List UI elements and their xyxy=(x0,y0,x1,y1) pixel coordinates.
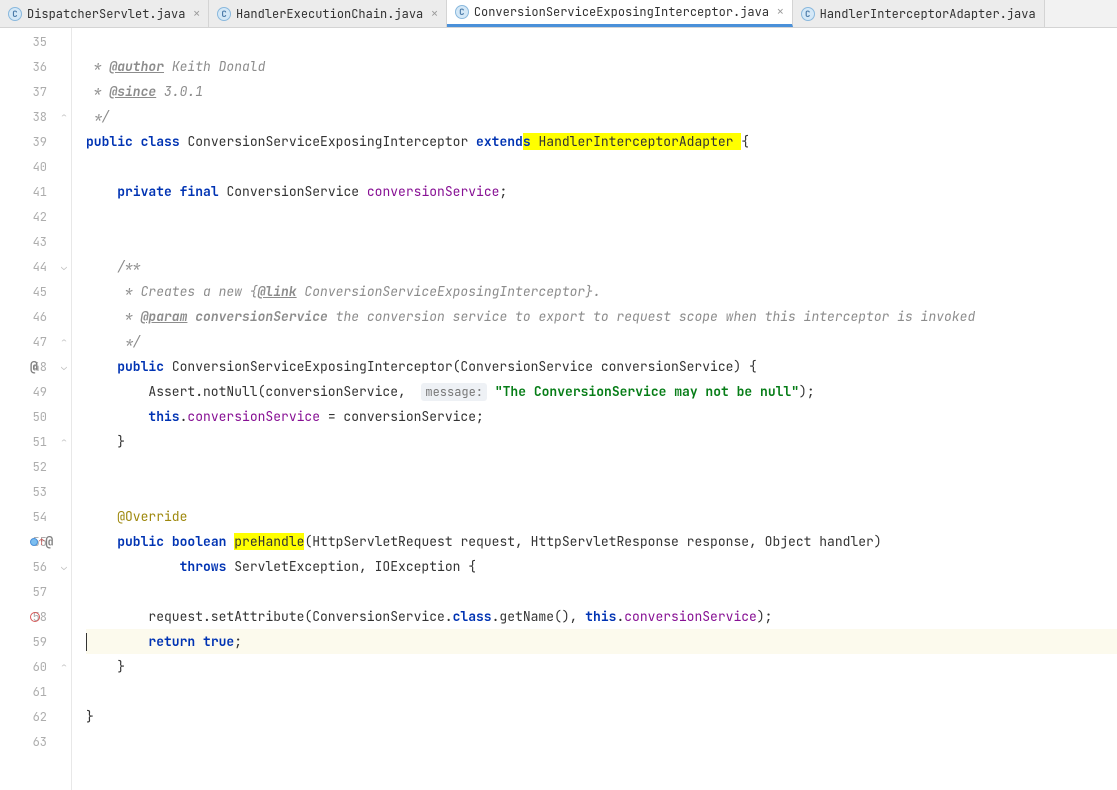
fold-marker-icon[interactable]: ⌃ xyxy=(61,110,67,123)
line-number: 40 xyxy=(23,159,51,175)
tab-handler-interceptor-adapter[interactable]: C HandlerInterceptorAdapter.java xyxy=(793,0,1045,27)
class-icon: C xyxy=(455,5,469,19)
code-line[interactable]: * @param conversionService the conversio… xyxy=(86,304,1117,329)
code-line[interactable] xyxy=(86,154,1117,179)
code-editor[interactable]: * @author Keith Donald * @since 3.0.1 */… xyxy=(72,28,1117,790)
code-line[interactable]: @Override xyxy=(86,504,1117,529)
breakpoint-icon[interactable] xyxy=(30,612,40,622)
line-number: 42 xyxy=(23,209,51,225)
line-number: 46 xyxy=(23,309,51,325)
line-number: 47 xyxy=(23,334,51,350)
line-number: 52 xyxy=(23,459,51,475)
code-line[interactable]: throws ServletException, IOException { xyxy=(86,554,1117,579)
caret-icon xyxy=(86,633,87,651)
code-line[interactable]: } xyxy=(86,704,1117,729)
code-line[interactable]: Assert.notNull(conversionService, messag… xyxy=(86,379,1117,404)
code-line[interactable]: request.setAttribute(ConversionService.c… xyxy=(86,604,1117,629)
line-number: 50 xyxy=(23,409,51,425)
gutter[interactable]: 35 36 37 38 ⌃ 39 40 41 42 43 44 ⌄ 45 46 47… xyxy=(0,28,72,790)
override-icon[interactable] xyxy=(30,538,38,546)
line-number: 39 xyxy=(23,134,51,150)
code-line[interactable]: } xyxy=(86,429,1117,454)
fold-marker-icon[interactable]: ⌃ xyxy=(61,335,67,348)
line-number: 49 xyxy=(23,384,51,400)
line-number: 35 xyxy=(23,34,51,50)
tab-bar: C DispatcherServlet.java ✕ C HandlerExec… xyxy=(0,0,1117,28)
tab-conversion-service-interceptor[interactable]: C ConversionServiceExposingInterceptor.j… xyxy=(447,0,793,27)
line-number: 59 xyxy=(23,634,51,650)
code-line[interactable]: * @since 3.0.1 xyxy=(86,79,1117,104)
up-arrow-icon: ↑ xyxy=(39,536,44,548)
code-line[interactable] xyxy=(86,579,1117,604)
line-number: 63 xyxy=(23,734,51,750)
code-line[interactable]: this.conversionService = conversionServi… xyxy=(86,404,1117,429)
line-number: 56 xyxy=(23,559,51,575)
class-icon: C xyxy=(801,7,815,21)
line-number: 43 xyxy=(23,234,51,250)
code-line[interactable] xyxy=(86,29,1117,54)
line-number: 53 xyxy=(23,484,51,500)
code-line[interactable]: public ConversionServiceExposingIntercep… xyxy=(86,354,1117,379)
code-line[interactable]: public boolean preHandle(HttpServletRequ… xyxy=(86,529,1117,554)
line-number: 54 xyxy=(23,509,51,525)
code-line-current[interactable]: return true; xyxy=(86,629,1117,654)
code-line[interactable] xyxy=(86,729,1117,754)
close-icon[interactable]: ✕ xyxy=(777,5,784,19)
line-number: 36 xyxy=(23,59,51,75)
code-line[interactable] xyxy=(86,204,1117,229)
fold-marker-icon[interactable]: ⌃ xyxy=(61,435,67,448)
close-icon[interactable]: ✕ xyxy=(431,7,438,21)
fold-marker-icon[interactable]: ⌄ xyxy=(61,560,67,573)
tab-handler-execution-chain[interactable]: C HandlerExecutionChain.java ✕ xyxy=(209,0,447,27)
fold-marker-icon[interactable]: ⌄ xyxy=(61,360,67,373)
tab-label: HandlerExecutionChain.java xyxy=(236,6,423,22)
editor-area: 35 36 37 38 ⌃ 39 40 41 42 43 44 ⌄ 45 46 47… xyxy=(0,28,1117,790)
tab-dispatcher-servlet[interactable]: C DispatcherServlet.java ✕ xyxy=(0,0,209,27)
code-line[interactable]: * Creates a new {@link ConversionService… xyxy=(86,279,1117,304)
line-number: 38 xyxy=(23,109,51,125)
line-number: 61 xyxy=(23,684,51,700)
close-icon[interactable]: ✕ xyxy=(193,7,200,21)
fold-marker-icon[interactable]: ⌃ xyxy=(61,660,67,673)
code-line[interactable] xyxy=(86,679,1117,704)
line-number: 62 xyxy=(23,709,51,725)
line-number: 37 xyxy=(23,84,51,100)
code-line[interactable]: private final ConversionService conversi… xyxy=(86,179,1117,204)
class-icon: C xyxy=(8,7,22,21)
code-line[interactable] xyxy=(86,454,1117,479)
code-line[interactable] xyxy=(86,479,1117,504)
code-line[interactable]: public class ConversionServiceExposingIn… xyxy=(86,129,1117,154)
class-icon: C xyxy=(217,7,231,21)
code-line[interactable]: } xyxy=(86,654,1117,679)
tab-label: ConversionServiceExposingInterceptor.jav… xyxy=(474,4,769,20)
code-line[interactable]: */ xyxy=(86,104,1117,129)
tab-label: DispatcherServlet.java xyxy=(27,6,185,22)
code-line[interactable]: * @author Keith Donald xyxy=(86,54,1117,79)
annotation-icon: @ xyxy=(30,358,38,375)
annotation-icon: @ xyxy=(45,533,53,550)
code-line[interactable] xyxy=(86,229,1117,254)
line-number: 41 xyxy=(23,184,51,200)
param-hint: message: xyxy=(421,383,487,401)
code-line[interactable]: /** xyxy=(86,254,1117,279)
line-number: 57 xyxy=(23,584,51,600)
line-number: 45 xyxy=(23,284,51,300)
tab-label: HandlerInterceptorAdapter.java xyxy=(820,6,1036,22)
line-number: 60 xyxy=(23,659,51,675)
fold-marker-icon[interactable]: ⌄ xyxy=(61,260,67,273)
code-line[interactable]: */ xyxy=(86,329,1117,354)
line-number: 51 xyxy=(23,434,51,450)
line-number: 44 xyxy=(23,259,51,275)
